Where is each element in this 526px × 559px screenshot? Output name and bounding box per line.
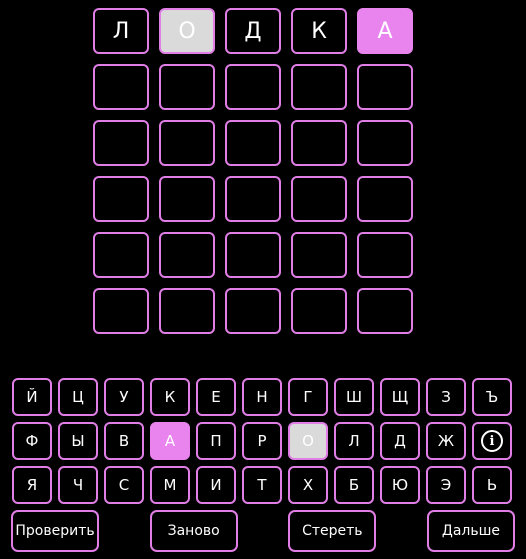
letter-tile xyxy=(225,288,281,334)
letter-tile: О xyxy=(159,8,215,54)
keyboard-row: ЙЦУКЕНГШЩЗЪ xyxy=(12,378,512,416)
key[interactable]: О xyxy=(288,422,328,460)
letter-tile xyxy=(93,64,149,110)
key[interactable]: Щ xyxy=(380,378,420,416)
key[interactable]: Н xyxy=(242,378,282,416)
board-row xyxy=(93,288,413,334)
letter-tile xyxy=(159,120,215,166)
letter-tile xyxy=(357,288,413,334)
letter-tile: А xyxy=(357,8,413,54)
check-button[interactable]: Проверить xyxy=(11,510,99,552)
key[interactable]: Р xyxy=(242,422,282,460)
restart-button[interactable]: Заново xyxy=(149,510,238,552)
board-row xyxy=(93,232,413,278)
key[interactable]: Ц xyxy=(58,378,98,416)
letter-tile xyxy=(357,232,413,278)
letter-tile xyxy=(93,288,149,334)
next-button[interactable]: Дальше xyxy=(426,510,515,552)
letter-tile xyxy=(357,64,413,110)
key[interactable]: З xyxy=(426,378,466,416)
letter-tile xyxy=(93,120,149,166)
key[interactable]: Ы xyxy=(58,422,98,460)
key[interactable]: А xyxy=(150,422,190,460)
letter-tile xyxy=(225,176,281,222)
action-bar: Проверить Заново Стереть Дальше xyxy=(11,510,515,552)
letter-tile xyxy=(93,232,149,278)
letter-tile xyxy=(159,64,215,110)
letter-tile xyxy=(225,232,281,278)
key[interactable]: Й xyxy=(12,378,52,416)
key[interactable]: С xyxy=(104,466,144,504)
key[interactable]: И xyxy=(196,466,236,504)
board-row xyxy=(93,64,413,110)
key[interactable]: Д xyxy=(380,422,420,460)
key[interactable]: Г xyxy=(288,378,328,416)
keyboard-row: ФЫВАПРОЛДЖi xyxy=(12,422,512,460)
letter-tile xyxy=(225,64,281,110)
letter-tile xyxy=(357,120,413,166)
letter-tile xyxy=(291,64,347,110)
letter-tile xyxy=(93,176,149,222)
letter-tile xyxy=(291,232,347,278)
board-row xyxy=(93,120,413,166)
info-icon: i xyxy=(481,430,503,452)
key[interactable]: Ш xyxy=(334,378,374,416)
key[interactable]: Ю xyxy=(380,466,420,504)
key[interactable]: Ф xyxy=(12,422,52,460)
letter-tile xyxy=(159,232,215,278)
board-row xyxy=(93,176,413,222)
key[interactable]: Х xyxy=(288,466,328,504)
letter-tile: Д xyxy=(225,8,281,54)
on-screen-keyboard: ЙЦУКЕНГШЩЗЪ ФЫВАПРОЛДЖi ЯЧСМИТХБЮЭЬ xyxy=(12,378,512,510)
letter-tile xyxy=(291,120,347,166)
key[interactable]: Ь xyxy=(472,466,512,504)
board-row: ЛОДКА xyxy=(93,8,413,54)
key[interactable]: У xyxy=(104,378,144,416)
key[interactable]: Ч xyxy=(58,466,98,504)
letter-tile xyxy=(159,176,215,222)
key[interactable]: Л xyxy=(334,422,374,460)
info-button[interactable]: i xyxy=(472,422,512,460)
letter-tile: Л xyxy=(93,8,149,54)
key[interactable]: Я xyxy=(12,466,52,504)
key[interactable]: Ъ xyxy=(472,378,512,416)
key[interactable]: В xyxy=(104,422,144,460)
letter-tile xyxy=(159,288,215,334)
key[interactable]: Т xyxy=(242,466,282,504)
letter-tile: К xyxy=(291,8,347,54)
letter-tile xyxy=(225,120,281,166)
letter-tile xyxy=(357,176,413,222)
keyboard-row: ЯЧСМИТХБЮЭЬ xyxy=(12,466,512,504)
key[interactable]: Е xyxy=(196,378,236,416)
letter-tile xyxy=(291,288,347,334)
key[interactable]: Ж xyxy=(426,422,466,460)
key[interactable]: Э xyxy=(426,466,466,504)
game-board: ЛОДКА xyxy=(93,8,413,344)
key[interactable]: Б xyxy=(334,466,374,504)
key[interactable]: К xyxy=(150,378,190,416)
erase-button[interactable]: Стереть xyxy=(288,510,377,552)
key[interactable]: М xyxy=(150,466,190,504)
key[interactable]: П xyxy=(196,422,236,460)
letter-tile xyxy=(291,176,347,222)
